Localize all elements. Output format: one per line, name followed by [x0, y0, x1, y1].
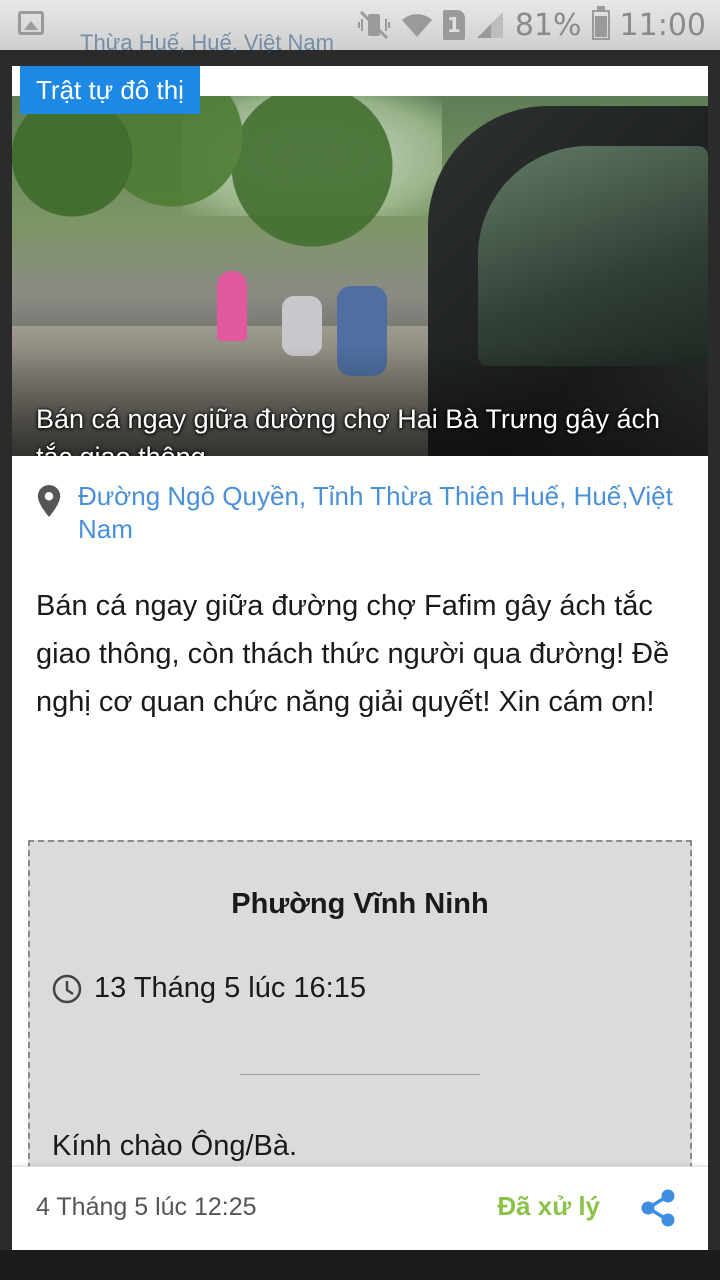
- battery-percent: 81%: [514, 7, 582, 43]
- location-row[interactable]: Đường Ngô Quyền, Tỉnh Thừa Thiên Huế, Hu…: [36, 480, 676, 546]
- battery-icon: [591, 6, 610, 40]
- card-footer: 4 Tháng 5 lúc 12:25 Đã xử lý: [12, 1166, 708, 1250]
- status-label: Đã xử lý: [497, 1191, 600, 1221]
- report-date: 4 Tháng 5 lúc 12:25: [36, 1193, 257, 1221]
- report-photo[interactable]: Bán cá ngay giữa đường chợ Hai Bà Trưng …: [12, 96, 708, 456]
- category-badge: Trật tự đô thị: [20, 66, 200, 114]
- image-notification-icon: [18, 11, 44, 35]
- photo-car-window: [478, 146, 708, 366]
- reply-time-row: 13 Tháng 5 lúc 16:15: [52, 972, 366, 1005]
- divider: [240, 1074, 480, 1075]
- reply-greeting: Kính chào Ông/Bà.: [52, 1130, 298, 1162]
- vibrate-mute-icon: [357, 10, 391, 40]
- background-next-card: [0, 1250, 720, 1280]
- wifi-icon: [401, 11, 433, 39]
- report-card[interactable]: Bán cá ngay giữa đường chợ Hai Bà Trưng …: [12, 66, 708, 1250]
- report-title: Bán cá ngay giữa đường chợ Hai Bà Trưng …: [36, 404, 660, 456]
- location-pin-icon: [37, 485, 61, 517]
- sim-slot-icon: 1: [442, 10, 465, 40]
- signal-icon: [475, 10, 505, 40]
- background-partial-text: Thừa Huế, Huế, Việt Nam: [80, 30, 334, 55]
- reply-time: 13 Tháng 5 lúc 16:15: [94, 972, 366, 1004]
- location-address[interactable]: Đường Ngô Quyền, Tỉnh Thừa Thiên Huế, Hu…: [78, 480, 676, 546]
- report-description: Bán cá ngay giữa đường chợ Fafim gây ách…: [36, 590, 670, 718]
- clock-icon: [52, 974, 82, 1003]
- clock-time: 11:00: [619, 7, 706, 43]
- reply-department: Phường Vĩnh Ninh: [231, 888, 489, 920]
- photo-trees: [12, 96, 432, 296]
- photo-person: [217, 271, 247, 341]
- share-icon[interactable]: [640, 1189, 676, 1227]
